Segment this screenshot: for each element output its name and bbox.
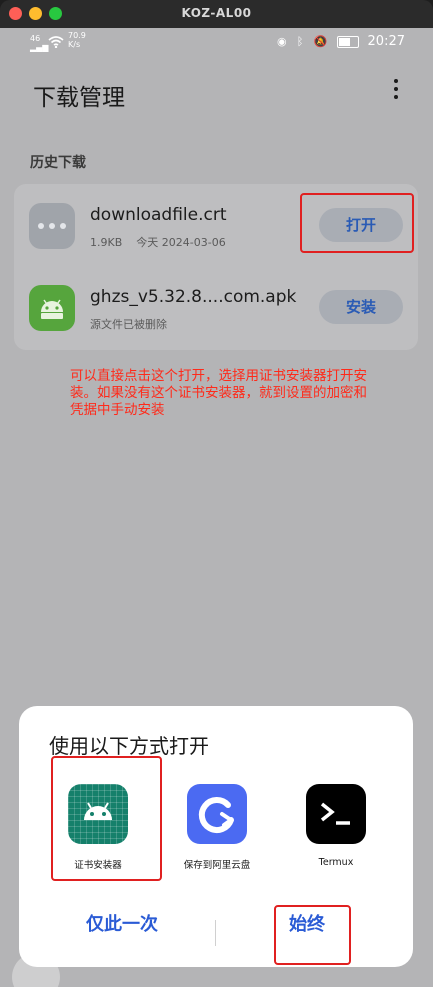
- phone-screen: 46 ▂▄▆ 70.9 K/s ◉ ᛒ 🔕 20:27 下载管理 历史下载 do…: [0, 28, 433, 987]
- wifi-icon: [48, 36, 64, 51]
- speed-value: 70.9: [68, 31, 86, 40]
- signal-indicator: 46 ▂▄▆: [30, 34, 48, 52]
- highlight-always-button: [274, 905, 351, 965]
- signal-label: 46: [30, 34, 41, 43]
- option-termux[interactable]: Termux: [281, 784, 391, 879]
- window-title-bar: KOZ-AL00: [0, 0, 433, 28]
- status-bar: 46 ▂▄▆ 70.9 K/s ◉ ᛒ 🔕 20:27: [0, 28, 433, 58]
- option-label: 保存到阿里云盘: [183, 860, 251, 871]
- aliyun-drive-icon: [187, 784, 247, 844]
- item-status: 源文件已被删除: [90, 318, 167, 331]
- just-once-button[interactable]: 仅此一次: [86, 910, 158, 936]
- install-button[interactable]: 安装: [319, 290, 403, 324]
- window-title: KOZ-AL00: [181, 6, 252, 20]
- more-dots-icon: [29, 203, 75, 249]
- item-name: ghzs_v5.32.8....com.apk: [90, 287, 297, 307]
- item-date: 今天 2024-03-06: [136, 236, 226, 249]
- item-meta: 1.9KB 今天 2024-03-06: [90, 234, 226, 250]
- annotation-text: 可以直接点击这个打开，选择用证书安装器打开安装。如果没有这个证书安装器，就到设置…: [70, 368, 367, 418]
- eye-icon: ◉: [277, 35, 287, 48]
- signal-bars-icon: ▂▄▆: [30, 43, 49, 52]
- more-menu-icon[interactable]: [389, 76, 403, 106]
- speed-unit: K/s: [68, 40, 81, 49]
- android-icon: [29, 285, 75, 331]
- status-right: ◉ ᛒ 🔕 20:27: [277, 34, 405, 49]
- option-aliyun-drive[interactable]: 保存到阿里云盘: [162, 784, 272, 879]
- section-label: 历史下载: [30, 155, 86, 171]
- option-label: Termux: [318, 857, 354, 868]
- button-divider: [215, 920, 216, 946]
- clock: 20:27: [367, 34, 405, 49]
- network-speed: 70.9 K/s: [68, 31, 86, 49]
- highlight-open-button: [300, 193, 414, 253]
- page-title: 下载管理: [33, 85, 125, 111]
- sheet-title: 使用以下方式打开: [49, 734, 209, 758]
- highlight-cert-installer: [51, 756, 162, 881]
- item-name: downloadfile.crt: [90, 205, 227, 225]
- terminal-icon: [306, 784, 366, 844]
- download-item-apk[interactable]: ghzs_v5.32.8....com.apk 源文件已被删除 安装: [14, 270, 418, 350]
- mute-icon: 🔕: [313, 35, 328, 48]
- bluetooth-icon: ᛒ: [296, 35, 304, 48]
- item-size: 1.9KB: [90, 236, 123, 249]
- battery-icon: [337, 35, 360, 48]
